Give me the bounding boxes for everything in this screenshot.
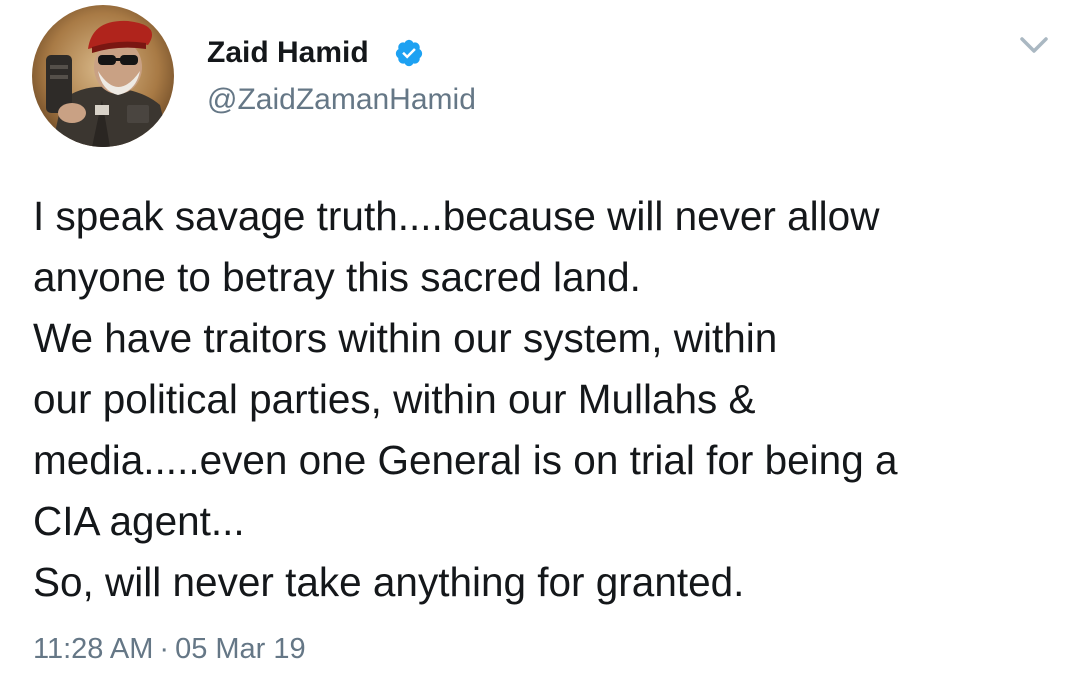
chevron-down-icon[interactable] — [1016, 27, 1052, 63]
tweet-text: I speak savage truth....because will nev… — [33, 186, 1063, 613]
avatar-image — [32, 5, 174, 147]
tweet-time: 11:28 AM — [33, 633, 154, 665]
tweet-text-line: CIA agent... — [33, 498, 245, 544]
tweet-timestamp[interactable]: 11:28 AM · 05 Mar 19 — [33, 629, 306, 669]
author-display-name[interactable]: Zaid Hamid — [207, 33, 369, 73]
tweet-text-line: We have traitors within our system, with… — [33, 315, 778, 361]
profile-avatar[interactable] — [32, 5, 174, 147]
tweet-text-line: our political parties, within our Mullah… — [33, 376, 756, 422]
tweet-date: 05 Mar 19 — [175, 633, 306, 665]
tweet-text-line: So, will never take anything for granted… — [33, 559, 745, 605]
tweet-card: Zaid Hamid @ZaidZamanHamid I speak savag… — [0, 0, 1080, 690]
author-handle[interactable]: @ZaidZamanHamid — [207, 80, 476, 120]
tweet-text-line: I speak savage truth....because will nev… — [33, 193, 880, 239]
verified-badge-icon — [395, 39, 423, 67]
tweet-text-line: anyone to betray this sacred land. — [33, 254, 641, 300]
timestamp-separator: · — [159, 633, 170, 665]
tweet-text-line: media.....even one General is on trial f… — [33, 437, 898, 483]
